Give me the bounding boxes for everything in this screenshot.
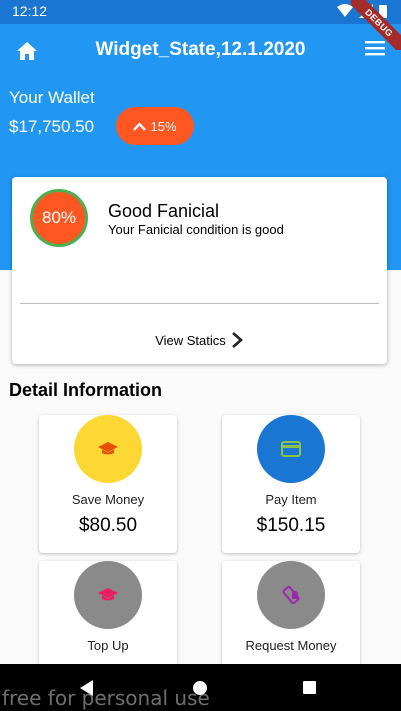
- debug-ribbon-clip: DEBUG: [351, 0, 401, 50]
- score-badge: 80%: [30, 189, 88, 247]
- card-title: Good Fanicial: [108, 201, 220, 221]
- divider: [20, 303, 379, 304]
- tile-save-money[interactable]: Save Money $80.50: [39, 415, 177, 553]
- wallet-change-button[interactable]: 15%: [116, 107, 194, 145]
- tile-icon-circle: [257, 561, 325, 629]
- wallet-label: Your Wallet: [9, 88, 95, 107]
- debug-ribbon: DEBUG: [351, 0, 401, 50]
- view-statics-link[interactable]: View Statics: [12, 331, 387, 349]
- graduation-cap-icon: [98, 588, 118, 601]
- tile-icon-circle: [74, 561, 142, 629]
- watermark: free for personal use: [2, 686, 210, 710]
- credit-card-icon: [281, 441, 301, 457]
- status-time: 12:12: [12, 3, 48, 19]
- tile-label: Pay Item: [265, 492, 317, 507]
- tile-pay-item[interactable]: Pay Item $150.15: [222, 415, 360, 553]
- app-bar: Widget_State,12.1.2020: [0, 24, 401, 80]
- section-title: Detail Information: [9, 380, 163, 400]
- wallet-change-value: 15%: [150, 118, 177, 134]
- chevron-up-icon: [133, 121, 147, 131]
- graduation-cap-icon: [98, 442, 118, 455]
- recent-apps-icon[interactable]: [303, 681, 316, 694]
- card-subtitle: Your Fanicial condition is good: [108, 222, 284, 237]
- tile-label: Save Money: [71, 492, 145, 507]
- tile-label: Request Money: [245, 638, 337, 653]
- tile-label: Top Up: [87, 638, 129, 653]
- tile-icon-circle: [257, 415, 325, 483]
- status-bar: 12:12: [0, 0, 401, 24]
- chevron-right-icon: [231, 332, 243, 348]
- app-title: Widget_State,12.1.2020: [95, 39, 306, 60]
- phone-lock-icon: [282, 585, 300, 605]
- tile-value: $80.50: [78, 515, 138, 536]
- tile-icon-circle: [74, 415, 142, 483]
- tile-value: $150.15: [256, 515, 326, 536]
- wallet-amount: $17,750.50: [9, 117, 95, 136]
- view-statics-label: View Statics: [155, 332, 226, 348]
- financial-summary-card: 80% Good Fanicial Your Fanicial conditio…: [12, 177, 387, 364]
